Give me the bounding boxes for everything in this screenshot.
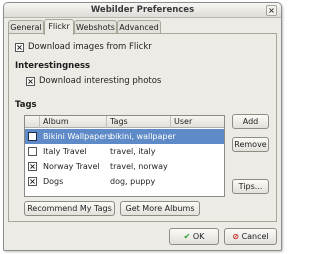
tab-flickr[interactable]: Flickr: [44, 19, 74, 35]
row-checkbox[interactable]: ×: [28, 177, 37, 186]
tags-table[interactable]: Album Tags User × Bikini Wallpapers biki…: [24, 115, 225, 197]
row-album: Dogs: [43, 177, 64, 186]
ok-button[interactable]: ✔ OK: [169, 228, 219, 245]
row-tags: dog, puppy: [110, 177, 156, 186]
row-album: Bikini Wallpapers: [43, 132, 112, 141]
get-more-albums-button[interactable]: Get More Albums: [120, 201, 200, 216]
row-checkbox[interactable]: ×: [28, 132, 37, 141]
column-header-tags[interactable]: Tags: [107, 116, 171, 128]
title-bar[interactable]: Webilder Preferences ×: [4, 3, 281, 18]
checkbox-column-header[interactable]: [25, 116, 40, 128]
interestingness-heading: Interestingness: [15, 61, 91, 71]
tab-general[interactable]: General: [8, 20, 44, 34]
row-checkbox[interactable]: [28, 147, 37, 156]
column-header-user[interactable]: User: [171, 116, 224, 128]
row-tags: bikini, wallpaper: [110, 132, 176, 141]
table-row[interactable]: Italy Travel travel, italy: [25, 144, 224, 159]
flickr-panel: × Download images from Flickr Interestin…: [8, 33, 277, 222]
ok-button-label: OK: [192, 232, 205, 241]
table-header: Album Tags User: [25, 116, 224, 128]
download-images-label[interactable]: Download images from Flickr: [28, 42, 152, 53]
row-album: Italy Travel: [43, 147, 87, 156]
cancel-icon: ⊘: [232, 232, 240, 241]
row-tags: travel, italy: [110, 147, 156, 156]
window-close-icon[interactable]: ×: [266, 5, 277, 16]
download-interesting-label[interactable]: Download interesting photos: [39, 76, 161, 87]
column-header-album[interactable]: Album: [40, 116, 107, 128]
recommend-tags-button[interactable]: Recommend My Tags: [24, 201, 115, 216]
add-tag-button[interactable]: Add: [232, 114, 269, 129]
remove-tag-button[interactable]: Remove: [232, 137, 269, 152]
download-interesting-checkbox[interactable]: ×: [26, 77, 35, 86]
cancel-button-label: Cancel: [241, 232, 269, 241]
table-row[interactable]: × Bikini Wallpapers bikini, wallpaper: [25, 129, 224, 144]
cancel-button[interactable]: ⊘ Cancel: [224, 228, 277, 245]
tags-heading: Tags: [15, 100, 37, 110]
table-row[interactable]: × Dogs dog, puppy: [25, 174, 224, 189]
row-checkbox[interactable]: ×: [28, 162, 37, 171]
row-album: Norway Travel: [43, 162, 100, 171]
check-icon: ✔: [183, 232, 191, 241]
tab-advanced[interactable]: Advanced: [117, 20, 161, 34]
window-title: Webilder Preferences: [90, 5, 195, 15]
tab-webshots[interactable]: Webshots: [74, 20, 117, 34]
tips-button[interactable]: Tips...: [232, 179, 269, 194]
preferences-window: Webilder Preferences × General Flickr We…: [3, 2, 282, 251]
download-images-checkbox[interactable]: ×: [15, 43, 24, 52]
row-tags: travel, norway: [110, 162, 168, 171]
table-row[interactable]: × Norway Travel travel, norway: [25, 159, 224, 174]
